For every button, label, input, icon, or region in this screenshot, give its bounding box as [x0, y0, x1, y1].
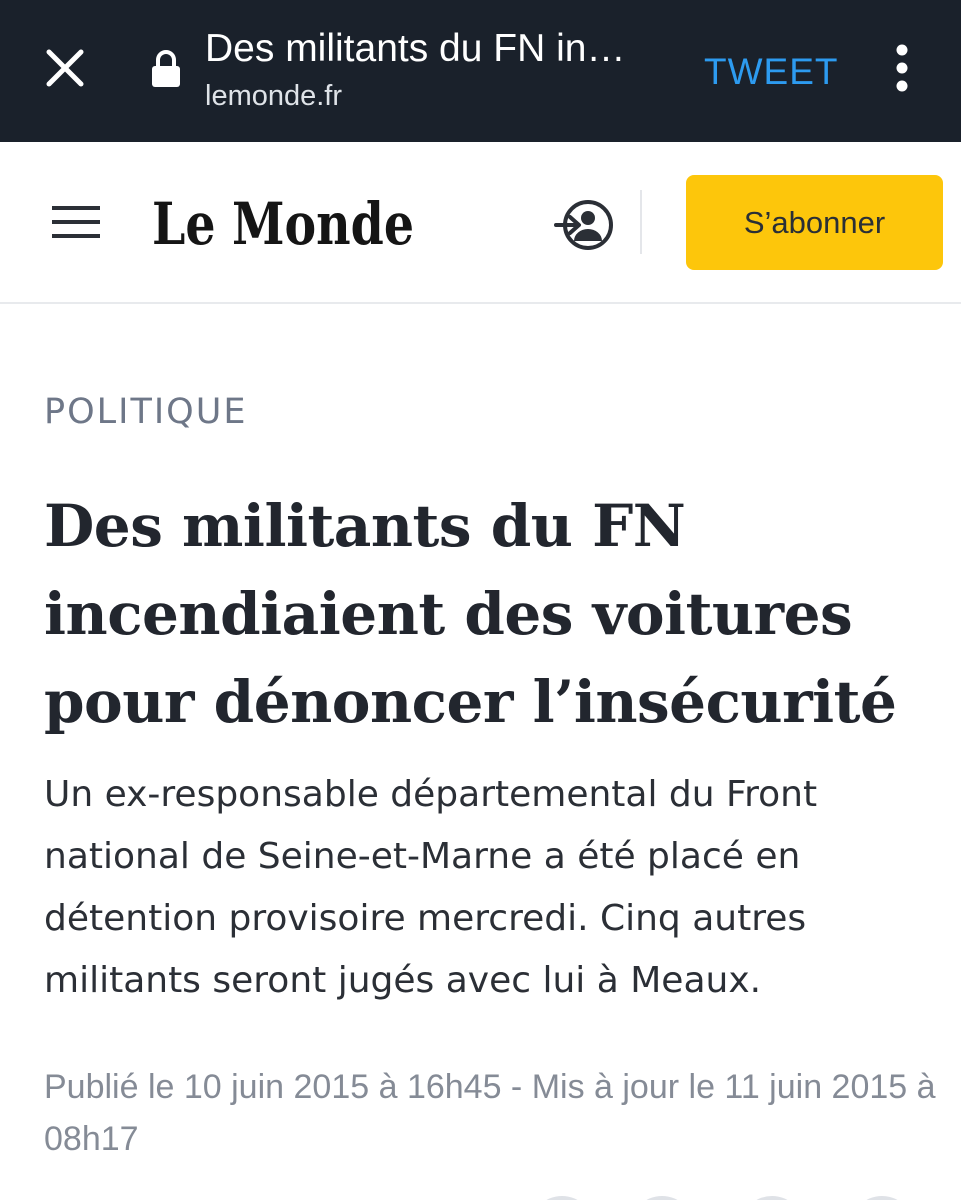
share-bar-peek [0, 1190, 961, 1200]
header-divider [640, 190, 642, 254]
article-headline: Des militants du FN incendiaient des voi… [44, 492, 897, 736]
page-url: lemonde.fr [205, 80, 343, 112]
tab-title: Des militants du FN in… [205, 27, 626, 70]
more-vert-icon[interactable] [884, 42, 920, 94]
publish-date: Publié le 10 juin 2015 à 16h45 - Mis à j… [44, 1068, 936, 1158]
share-icon[interactable] [530, 1196, 594, 1200]
tweet-button[interactable]: TWEET [704, 50, 838, 94]
subscribe-button[interactable]: S’abonner [686, 175, 943, 270]
share-icon[interactable] [740, 1196, 804, 1200]
logo-text: Le Monde [152, 190, 414, 258]
login-icon[interactable] [552, 197, 616, 253]
article-dek: Un ex-responsable départemental du Front… [44, 774, 818, 1001]
share-icon[interactable] [850, 1196, 914, 1200]
site-logo[interactable]: Le Monde [150, 182, 420, 262]
share-icon[interactable] [630, 1196, 694, 1200]
close-icon[interactable] [36, 39, 94, 97]
section-label[interactable]: POLITIQUE [44, 390, 247, 434]
lock-icon [150, 50, 182, 88]
menu-icon[interactable] [48, 202, 104, 242]
site-header: Le Monde S’abonner [0, 142, 961, 304]
browser-toolbar: Des militants du FN in… lemonde.fr TWEET [0, 0, 961, 142]
